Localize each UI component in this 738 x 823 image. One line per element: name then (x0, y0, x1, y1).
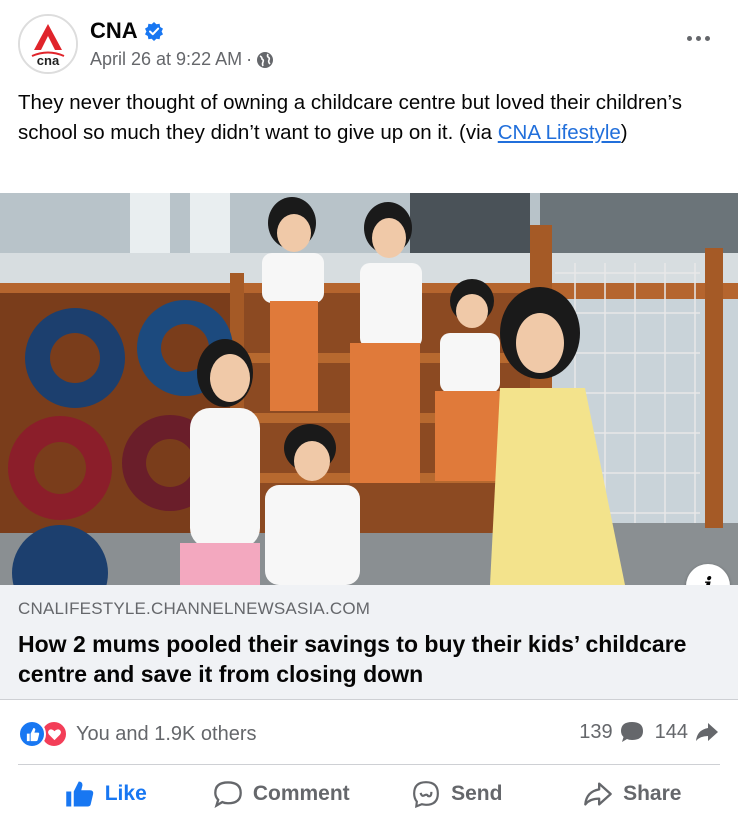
comments-count[interactable]: 139 (579, 720, 644, 744)
send-label: Send (451, 782, 503, 805)
link-title[interactable]: How 2 mums pooled their savings to buy t… (18, 629, 698, 689)
comment-button[interactable]: Comment (194, 768, 370, 820)
link-domain: CNALIFESTYLE.CHANNELNEWSASIA.COM (18, 599, 371, 618)
page-name-text[interactable]: CNA (90, 18, 138, 44)
reactions-text[interactable]: You and 1.9K others (76, 723, 257, 746)
messenger-send-icon (413, 781, 440, 808)
counts: 139 144 (579, 720, 720, 744)
post-message: They never thought of owning a childcare… (18, 88, 718, 148)
cna-lifestyle-link[interactable]: CNA Lifestyle (498, 121, 621, 144)
engagement-stats: You and 1.9K others 139 144 (18, 716, 720, 752)
post-message-end: ) (620, 121, 628, 144)
share-label: Share (623, 782, 682, 805)
verified-badge-icon (144, 22, 163, 41)
more-options-icon[interactable] (678, 26, 718, 50)
post-meta: April 26 at 9:22 AM · (90, 49, 274, 70)
page-name[interactable]: CNA (90, 18, 164, 44)
cna-logo: cna (20, 16, 76, 72)
comment-icon (213, 781, 242, 808)
more-dot (695, 35, 701, 41)
shares-count[interactable]: 144 (655, 720, 720, 744)
send-button[interactable]: Send (369, 768, 545, 820)
more-dot (704, 35, 710, 41)
post-timestamp[interactable]: April 26 at 9:22 AM (90, 49, 242, 70)
comment-bubble-icon (620, 722, 643, 742)
comments-count-value: 139 (579, 720, 613, 743)
share-arrow-icon (696, 723, 718, 741)
shares-count-value: 144 (654, 720, 688, 743)
meta-separator: · (246, 49, 253, 69)
share-icon (584, 782, 612, 806)
action-bar: Like Comment Send Share (18, 768, 720, 820)
globe-icon[interactable] (256, 51, 274, 69)
like-reaction-icon (18, 720, 46, 748)
post-photo[interactable] (0, 193, 738, 585)
comment-label: Comment (252, 782, 350, 805)
divider (18, 764, 720, 765)
like-button[interactable]: Like (18, 768, 194, 820)
more-dot (686, 35, 692, 41)
reactions-summary[interactable]: You and 1.9K others (18, 720, 257, 748)
post-header: cna CNA April 26 at 9:22 AM · (18, 12, 718, 78)
svg-text:cna: cna (37, 53, 60, 68)
share-button[interactable]: Share (545, 768, 721, 820)
link-preview-card[interactable]: CNALIFESTYLE.CHANNELNEWSASIA.COM How 2 m… (0, 585, 738, 700)
page-avatar[interactable]: cna (18, 14, 78, 74)
like-thumb-icon (65, 781, 93, 807)
like-label: Like (104, 782, 147, 805)
playground-photo (0, 193, 738, 585)
